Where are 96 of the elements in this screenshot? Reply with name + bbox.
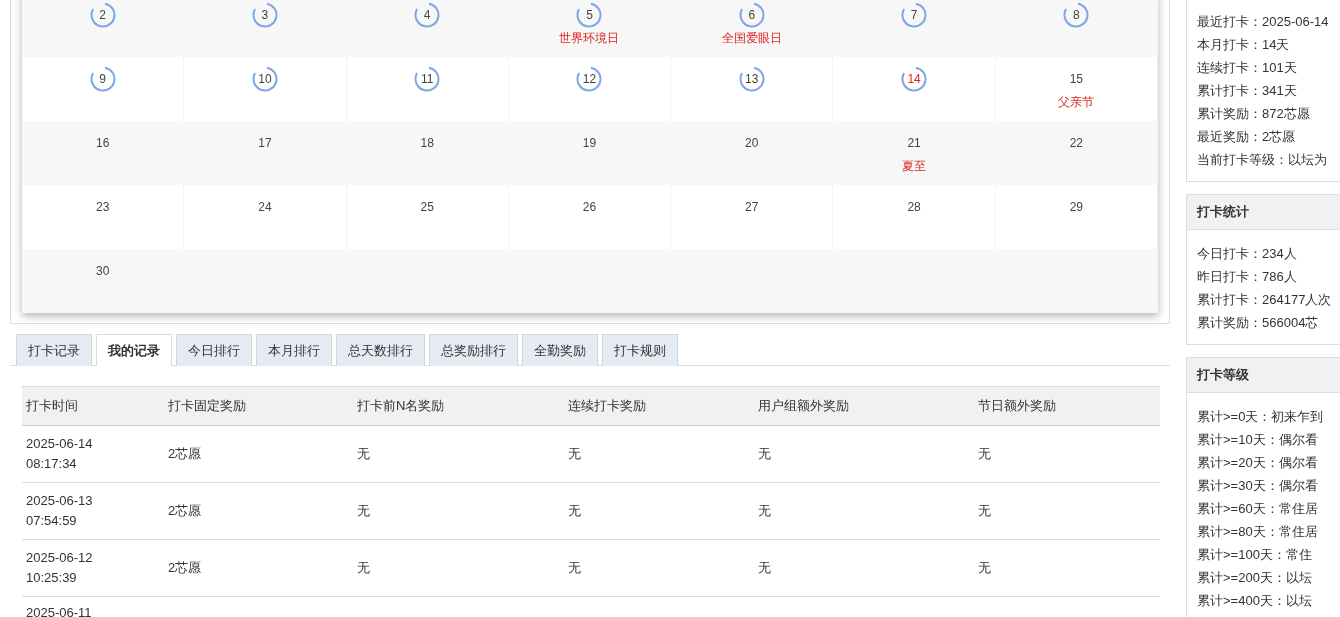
level-line: 累计>=80天：常住居 bbox=[1197, 523, 1319, 541]
day-number[interactable]: 28 bbox=[907, 200, 921, 214]
stat-line: 连续打卡：101天 bbox=[1197, 59, 1298, 77]
level-line: 累计>=60天：常住居 bbox=[1197, 500, 1319, 518]
day-number[interactable]: 19 bbox=[582, 136, 597, 150]
table-cell: 无 bbox=[754, 482, 974, 540]
day-number[interactable]: 22 bbox=[1069, 136, 1083, 150]
check-in-ring-icon bbox=[414, 66, 441, 92]
table-cell: 无 bbox=[564, 482, 754, 540]
day-number[interactable]: 29 bbox=[1069, 200, 1083, 214]
day-number[interactable]: 15 bbox=[1069, 72, 1083, 86]
check-in-ring-icon bbox=[901, 66, 928, 92]
day-number[interactable]: 30 bbox=[95, 264, 110, 278]
check-in-ring-icon bbox=[1063, 2, 1090, 28]
day-number[interactable]: 18 bbox=[420, 136, 434, 150]
table-cell: 无 bbox=[754, 425, 974, 483]
check-in-ring-icon bbox=[89, 2, 116, 28]
level-line: 累计>=10天：偶尔看 bbox=[1197, 431, 1319, 449]
column-header: 打卡前N名奖励 bbox=[353, 386, 564, 426]
check-in-ring-icon bbox=[576, 66, 603, 92]
column-header: 连续打卡奖励 bbox=[564, 386, 754, 426]
table-cell: 无 bbox=[353, 482, 564, 540]
stat-line: 累计奖励：872芯愿 bbox=[1197, 105, 1311, 123]
table-cell: 2芯愿 bbox=[164, 425, 353, 483]
day-number[interactable]: 8 bbox=[1073, 8, 1080, 22]
day-number[interactable]: 21 bbox=[907, 136, 921, 150]
table-cell: 2芯愿 bbox=[164, 539, 353, 597]
time-cell: 2025-06-14 08:17:34 bbox=[22, 425, 164, 483]
stat-line: 今日打卡：234人 bbox=[1197, 245, 1298, 263]
day-number[interactable]: 25 bbox=[420, 200, 434, 214]
table-cell: 2芯愿 bbox=[164, 482, 353, 540]
table-cell: 无 bbox=[974, 539, 1160, 597]
tab[interactable]: 打卡记录 bbox=[16, 334, 92, 366]
table-cell: 无 bbox=[974, 425, 1160, 483]
tab[interactable]: 总奖励排行 bbox=[429, 334, 518, 366]
day-number[interactable]: 9 bbox=[99, 72, 106, 86]
column-header: 用户组额外奖励 bbox=[754, 386, 974, 426]
table-cell: 无 bbox=[353, 425, 564, 483]
level-line: 累计>=20天：偶尔看 bbox=[1197, 454, 1319, 472]
check-in-ring-icon bbox=[901, 2, 928, 28]
level-line: 累计>=30天：偶尔看 bbox=[1197, 477, 1319, 495]
table-cell: 无 bbox=[974, 482, 1160, 540]
column-header: 打卡时间 bbox=[22, 386, 164, 426]
tab[interactable]: 本月排行 bbox=[256, 334, 332, 366]
time-cell: 2025-06-11 bbox=[22, 596, 164, 617]
day-number[interactable]: 2 bbox=[99, 8, 106, 22]
day-number[interactable]: 20 bbox=[745, 136, 759, 150]
panel-title: 打卡等级 bbox=[1187, 358, 1340, 393]
day-number[interactable]: 7 bbox=[910, 8, 918, 22]
holiday-label: 世界环境日 bbox=[559, 30, 620, 47]
table-cell: 无 bbox=[754, 539, 974, 597]
day-number[interactable]: 26 bbox=[582, 200, 597, 214]
stat-line: 累计打卡：341天 bbox=[1197, 82, 1298, 100]
check-in-ring-icon bbox=[251, 2, 278, 28]
holiday-label: 全国爱眼日 bbox=[721, 30, 782, 47]
check-in-ring-icon bbox=[738, 2, 765, 28]
table-cell: 无 bbox=[353, 539, 564, 597]
stat-line: 累计打卡：264177人次 bbox=[1197, 291, 1330, 309]
holiday-label: 父亲节 bbox=[1058, 94, 1095, 111]
time-cell: 2025-06-13 07:54:59 bbox=[22, 482, 164, 540]
stat-line: 本月打卡：14天 bbox=[1197, 36, 1291, 54]
day-number[interactable]: 3 bbox=[261, 8, 269, 22]
day-number[interactable]: 6 bbox=[748, 8, 756, 22]
table-cell: 无 bbox=[564, 425, 754, 483]
stat-line: 昨日打卡：786人 bbox=[1197, 268, 1298, 286]
panel-title: 打卡统计 bbox=[1187, 195, 1340, 230]
level-line: 累计>=400天：以坛 bbox=[1197, 592, 1313, 610]
level-line: 累计>=100天：常住 bbox=[1197, 546, 1313, 564]
level-line: 累计>=200天：以坛 bbox=[1197, 569, 1313, 587]
day-number[interactable]: 16 bbox=[95, 136, 110, 150]
tab[interactable]: 今日排行 bbox=[176, 334, 252, 366]
day-number[interactable]: 27 bbox=[745, 200, 759, 214]
check-in-ring-icon bbox=[576, 2, 603, 28]
stat-line: 最近打卡：2025-06-14 bbox=[1197, 13, 1330, 31]
check-in-ring-icon bbox=[738, 66, 765, 92]
table-cell: 无 bbox=[564, 539, 754, 597]
day-number[interactable]: 24 bbox=[258, 200, 272, 214]
day-number[interactable]: 5 bbox=[586, 8, 593, 22]
stat-line: 当前打卡等级：以坛为 bbox=[1197, 151, 1328, 169]
tab[interactable]: 全勤奖励 bbox=[522, 334, 598, 366]
day-number[interactable]: 17 bbox=[258, 136, 272, 150]
check-in-ring-icon bbox=[414, 2, 441, 28]
time-cell: 2025-06-12 10:25:39 bbox=[22, 539, 164, 597]
column-header: 打卡固定奖励 bbox=[164, 386, 353, 426]
tab[interactable]: 总天数排行 bbox=[336, 334, 425, 366]
level-line: 累计>=0天：初来乍到 bbox=[1197, 408, 1325, 426]
stat-line: 累计奖励：566004芯 bbox=[1197, 314, 1320, 332]
stat-line: 最近奖励：2芯愿 bbox=[1197, 128, 1297, 146]
holiday-label: 夏至 bbox=[902, 158, 927, 175]
column-header: 节日额外奖励 bbox=[974, 386, 1160, 426]
day-number[interactable]: 23 bbox=[95, 200, 110, 214]
tab[interactable]: 我的记录 bbox=[96, 334, 172, 366]
check-in-ring-icon bbox=[89, 66, 116, 92]
day-number[interactable]: 4 bbox=[423, 8, 431, 22]
check-in-ring-icon bbox=[251, 66, 278, 92]
tab[interactable]: 打卡规则 bbox=[602, 334, 678, 366]
